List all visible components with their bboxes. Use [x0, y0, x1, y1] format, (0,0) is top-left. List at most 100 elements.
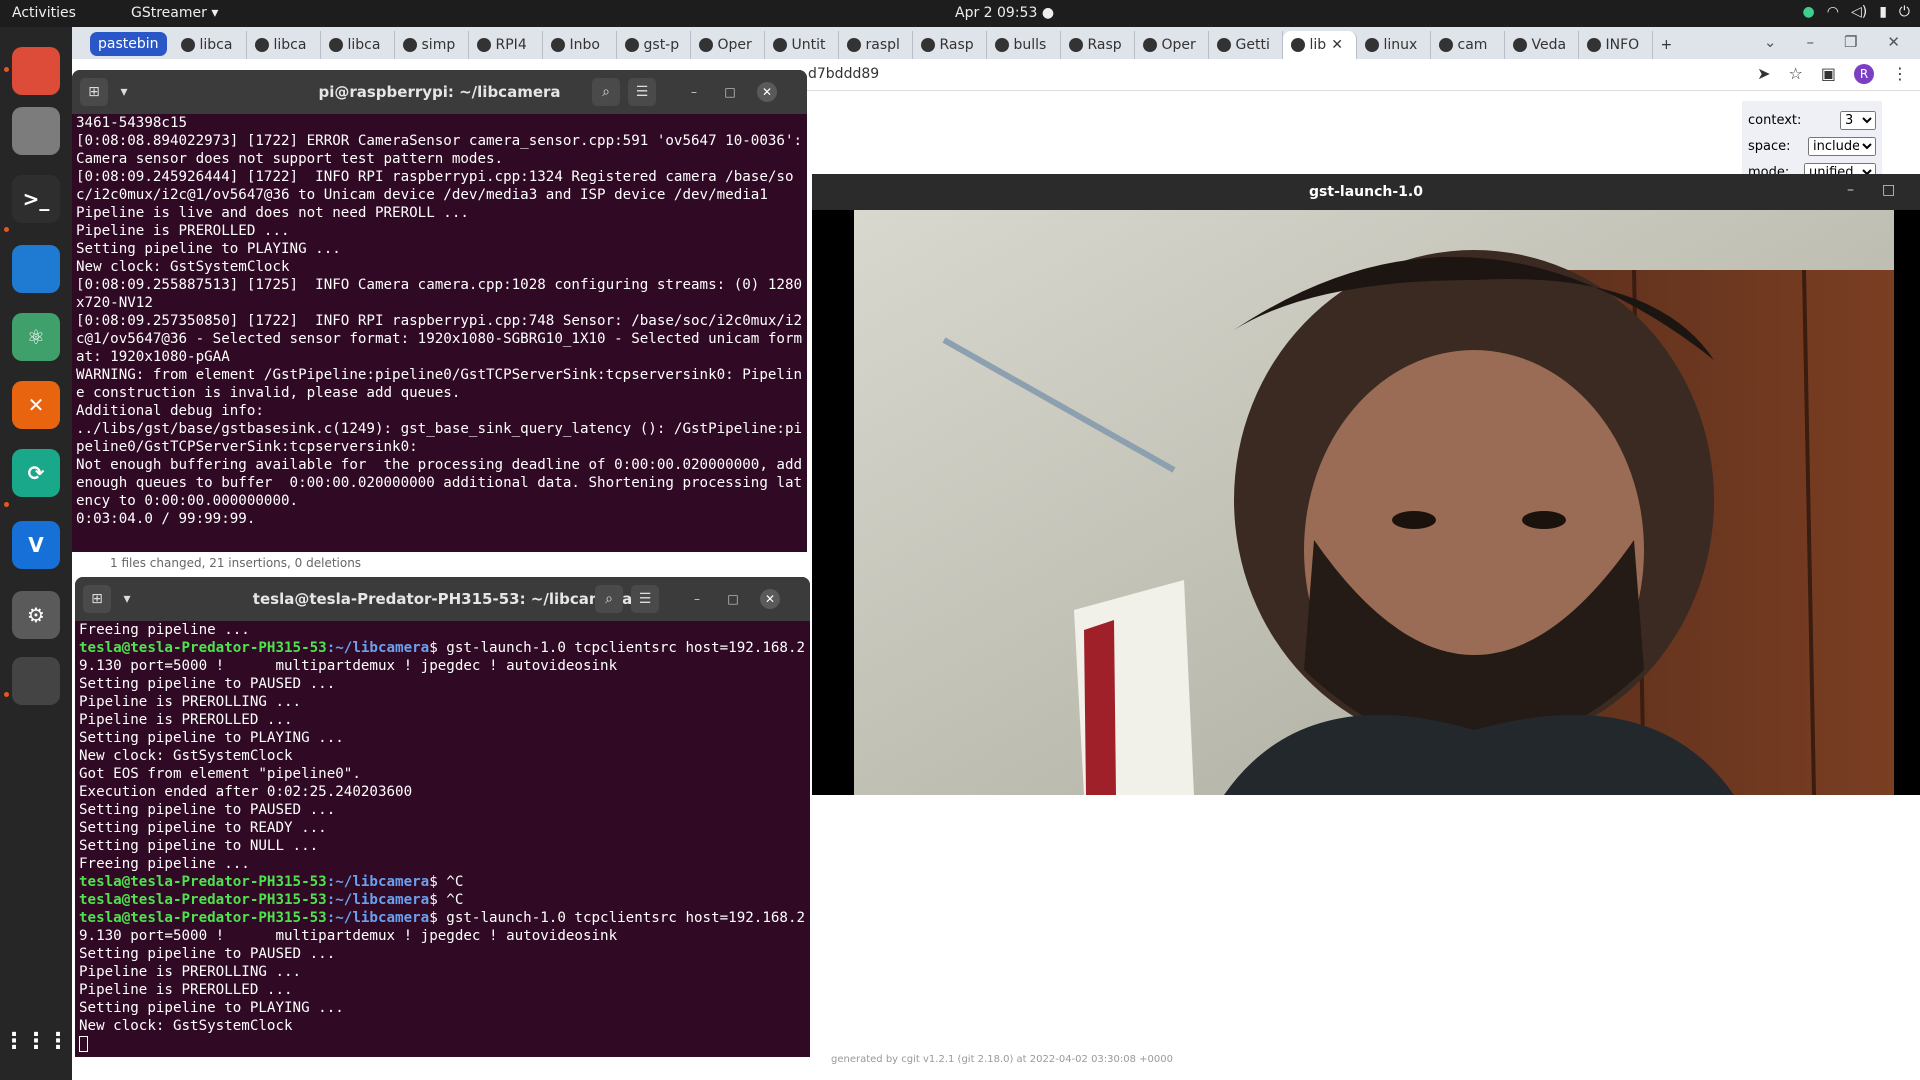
browser-tab[interactable]: bulls: [987, 31, 1061, 59]
search-icon[interactable]: ⌕: [595, 585, 623, 613]
hamburger-menu-icon[interactable]: ☰: [631, 585, 659, 613]
browser-tab[interactable]: lib ✕: [1282, 31, 1357, 59]
prompt-path: :~/libcamera: [326, 874, 430, 890]
tab-search-icon[interactable]: ⌄: [1764, 33, 1777, 51]
minimize-icon[interactable]: –: [1847, 182, 1854, 198]
power-icon[interactable]: ⏻: [1899, 4, 1910, 20]
volume-icon[interactable]: ◁): [1851, 4, 1867, 20]
browser-tab[interactable]: Untit: [765, 31, 839, 59]
context-select[interactable]: 3: [1840, 110, 1876, 130]
share-icon[interactable]: ➤: [1757, 64, 1770, 84]
dock-terminal-icon[interactable]: >_: [12, 175, 60, 223]
terminal-output[interactable]: 3461-54398c15 [0:08:08.894022973] [1722] …: [72, 114, 807, 552]
maximize-icon[interactable]: □: [723, 589, 743, 609]
browser-tab[interactable]: libca: [173, 31, 247, 59]
terminal-line: Execution ended after 0:02:25.240203600: [79, 784, 413, 800]
terminal-line: Setting pipeline to READY ...: [79, 820, 327, 836]
tab-label: Rasp: [1087, 37, 1122, 53]
minimize-icon[interactable]: –: [684, 82, 704, 102]
tab-label: libca: [273, 37, 307, 53]
dock-vnc-icon[interactable]: V: [12, 521, 60, 569]
dock-sync-icon[interactable]: ⟳: [12, 449, 60, 497]
terminal-titlebar[interactable]: ⊞ ▾ pi@raspberrypi: ~/libcamera ⌕ ☰ – □ …: [72, 70, 807, 114]
video-titlebar[interactable]: gst-launch-1.0 – □: [812, 174, 1920, 210]
maximize-icon[interactable]: □: [1882, 182, 1895, 198]
browser-tab[interactable]: linux: [1357, 31, 1431, 59]
wifi-icon[interactable]: ◠: [1827, 4, 1839, 20]
browser-tab[interactable]: Inbo: [543, 31, 617, 59]
dock: >_ ⚛ ✕ ⟳ V ⚙ ⋮⋮⋮: [0, 27, 72, 1080]
browser-tab[interactable]: Oper: [1135, 31, 1209, 59]
bookmark-star-icon[interactable]: ☆: [1789, 64, 1803, 84]
show-apps-grid-icon[interactable]: ⋮⋮⋮: [3, 1017, 69, 1065]
restore-icon[interactable]: ❐: [1844, 33, 1857, 51]
browser-tab[interactable]: raspl: [839, 31, 913, 59]
browser-tab[interactable]: Rasp: [913, 31, 987, 59]
battery-icon[interactable]: ▮: [1879, 4, 1887, 20]
space-select[interactable]: include: [1808, 136, 1876, 156]
tab-favicon-icon: [1512, 38, 1527, 52]
terminal-line: Setting pipeline to NULL ...: [79, 838, 319, 854]
tab-favicon-icon: [180, 38, 195, 52]
dock-atom-icon[interactable]: ⚛: [12, 313, 60, 361]
hamburger-menu-icon[interactable]: ☰: [628, 78, 656, 106]
browser-tab[interactable]: gst-p: [617, 31, 691, 59]
menu-kebab-icon[interactable]: ⋮: [1892, 64, 1908, 84]
browser-tab[interactable]: libca: [247, 31, 321, 59]
terminal-line: Setting pipeline to PLAYING ...: [79, 730, 344, 746]
side-panel-icon[interactable]: ▣: [1821, 64, 1836, 84]
prompt-user: tesla@tesla-Predator-PH315-53: [79, 640, 327, 656]
terminal-line: Additional debug info:: [76, 403, 264, 419]
clock[interactable]: Apr 2 09:53 ●: [955, 5, 1054, 21]
activities-button[interactable]: Activities: [12, 5, 76, 21]
dock-settings-icon[interactable]: ⚙: [12, 591, 60, 639]
browser-tab[interactable]: pastebin: [90, 32, 167, 56]
video-window[interactable]: gst-launch-1.0 – □: [812, 174, 1920, 795]
app-menu[interactable]: GStreamer ▾: [131, 5, 218, 21]
tab-label: simp: [421, 37, 456, 53]
terminal-titlebar[interactable]: ⊞ ▾ tesla@tesla-Predator-PH315-53: ~/lib…: [75, 577, 810, 621]
browser-tab[interactable]: RPI4: [469, 31, 543, 59]
terminal-line: Got EOS from element "pipeline0".: [79, 766, 361, 782]
dock-files-icon[interactable]: [12, 107, 60, 155]
dock-chrome-icon[interactable]: [12, 47, 60, 95]
tab-favicon-icon: [624, 38, 639, 52]
dock-cross-icon[interactable]: ✕: [12, 381, 60, 429]
browser-tab[interactable]: INFO: [1579, 31, 1653, 59]
browser-tab[interactable]: Veda: [1505, 31, 1579, 59]
maximize-icon[interactable]: □: [720, 82, 740, 102]
new-tab-button[interactable]: +: [1653, 31, 1683, 59]
minimize-icon[interactable]: –: [1806, 33, 1814, 51]
ubuntu-tray-icon[interactable]: ●: [1803, 4, 1815, 20]
close-icon[interactable]: ✕: [757, 82, 777, 102]
profile-avatar[interactable]: R: [1854, 64, 1874, 84]
prompt-path: :~/libcamera: [326, 640, 430, 656]
terminal-line: Setting pipeline to PAUSED ...: [79, 676, 336, 692]
close-icon[interactable]: ✕: [760, 589, 780, 609]
terminal-line: Pipeline is PREROLLED ...: [79, 982, 293, 998]
terminal-output[interactable]: Freeing pipeline ... tesla@tesla-Predator…: [75, 621, 810, 1057]
browser-tab[interactable]: libca: [321, 31, 395, 59]
minimize-icon[interactable]: –: [687, 589, 707, 609]
search-icon[interactable]: ⌕: [592, 78, 620, 106]
terminal-line: [0:08:09.257350850] [1722] INFO RPI rasp…: [76, 313, 803, 365]
browser-tab[interactable]: Rasp: [1061, 31, 1135, 59]
tab-close-icon[interactable]: ✕: [1331, 37, 1343, 53]
url-text[interactable]: d7bddd89: [808, 66, 879, 82]
browser-tab[interactable]: simp: [395, 31, 469, 59]
close-icon[interactable]: ✕: [1887, 33, 1900, 51]
dock-vscode-icon[interactable]: [12, 245, 60, 293]
webcam-image: [854, 210, 1894, 795]
dock-blank-icon[interactable]: [12, 657, 60, 705]
terminal-window-raspberrypi[interactable]: ⊞ ▾ pi@raspberrypi: ~/libcamera ⌕ ☰ – □ …: [72, 70, 807, 552]
tab-label: lib: [1309, 37, 1327, 53]
tab-label: INFO: [1605, 37, 1640, 53]
top-bar: Activities GStreamer ▾ Apr 2 09:53 ● ● ◠…: [0, 0, 1920, 27]
browser-tab[interactable]: Oper: [691, 31, 765, 59]
terminal-window-tesla[interactable]: ⊞ ▾ tesla@tesla-Predator-PH315-53: ~/lib…: [75, 577, 810, 1057]
terminal-line: New clock: GstSystemClock: [79, 748, 293, 764]
tab-favicon-icon: [698, 38, 713, 52]
browser-tab[interactable]: cam: [1431, 31, 1505, 59]
system-tray[interactable]: ● ◠ ◁) ▮ ⏻: [1803, 4, 1910, 20]
browser-tab[interactable]: Getti: [1209, 31, 1283, 59]
